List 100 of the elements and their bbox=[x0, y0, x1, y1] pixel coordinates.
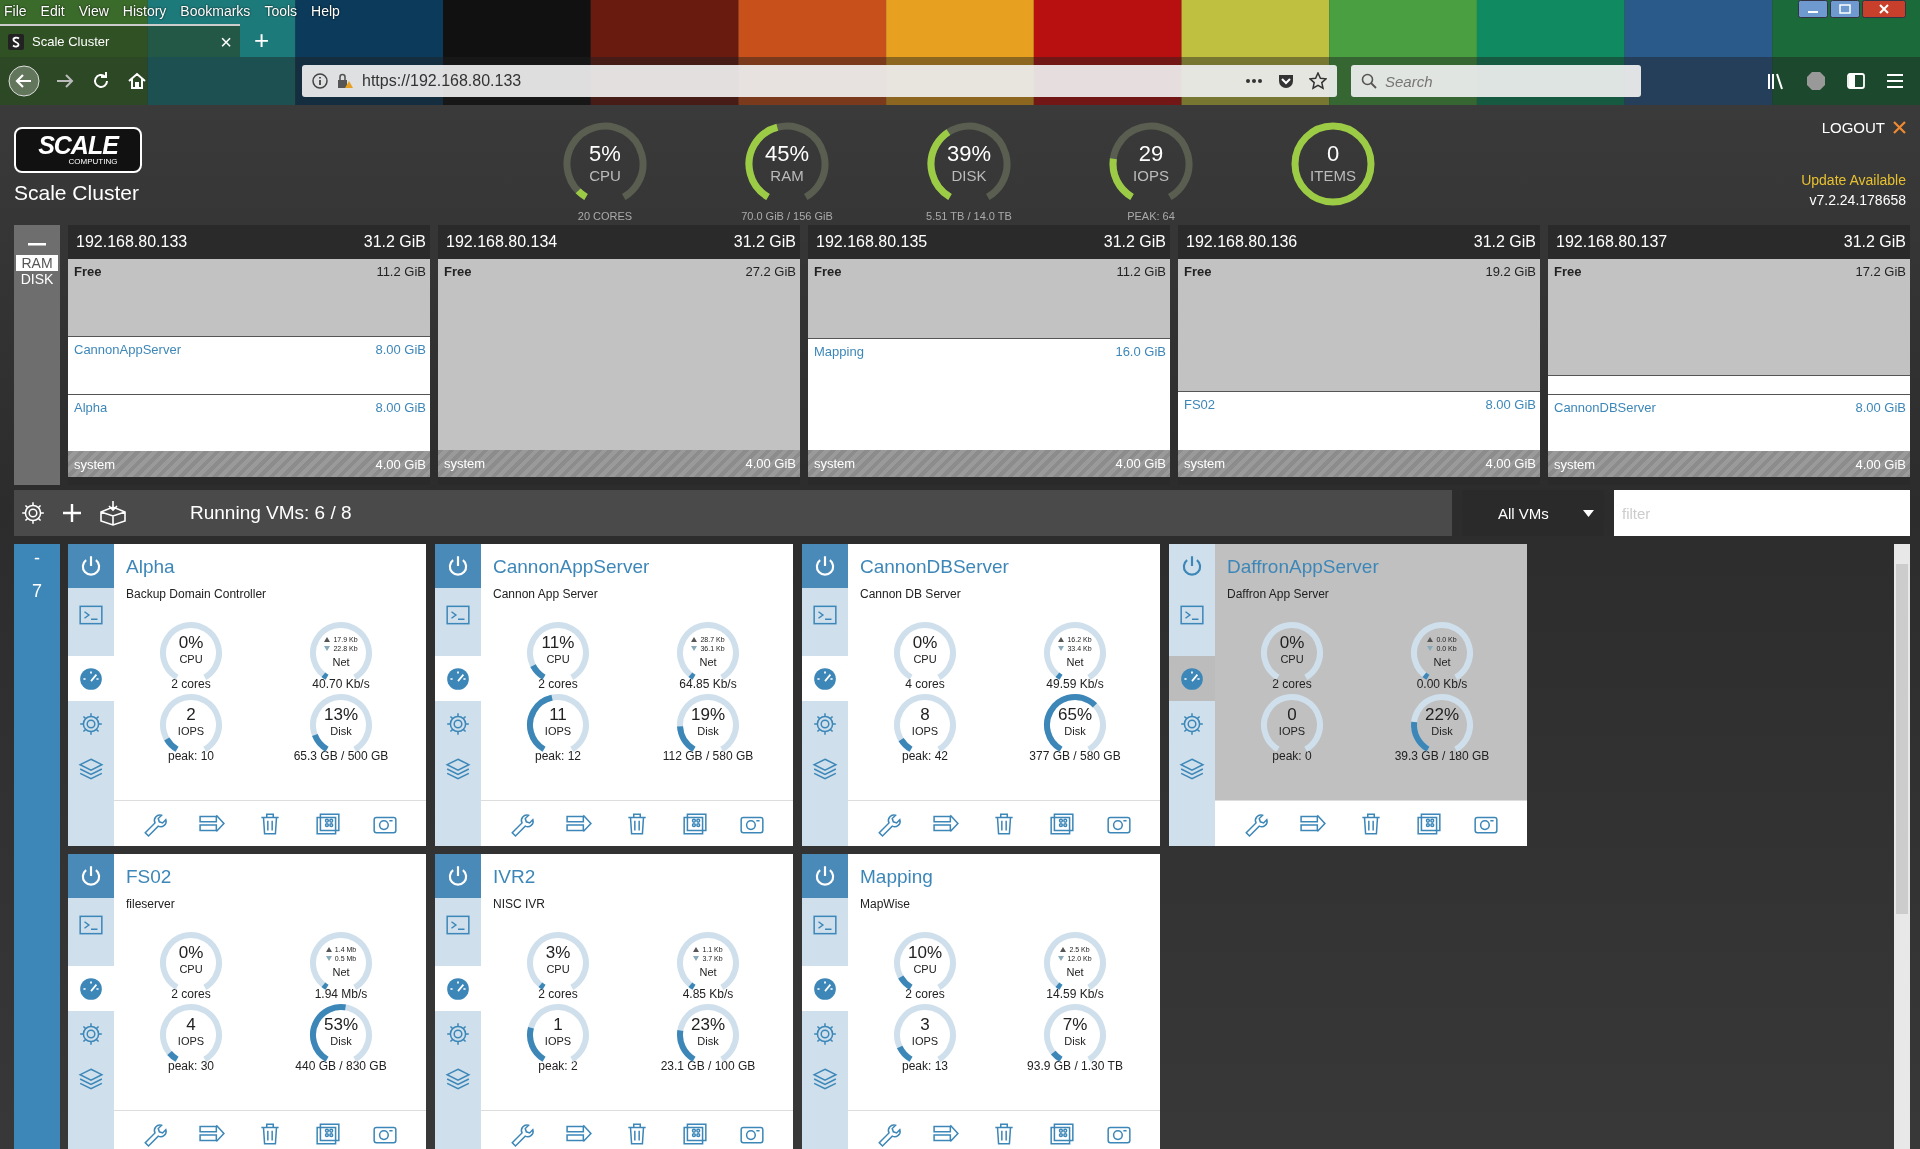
vm-name[interactable]: IVR2 bbox=[493, 866, 536, 888]
download-icon bbox=[691, 646, 698, 651]
vm-name[interactable]: CannonDBServer bbox=[860, 556, 1009, 578]
add-icon[interactable] bbox=[60, 501, 84, 525]
metric-label: Disk bbox=[1431, 725, 1453, 737]
search-field[interactable]: Search bbox=[1351, 65, 1641, 97]
dashboard-tab[interactable] bbox=[1169, 656, 1215, 701]
segment-size: 4.00 GiB bbox=[1855, 456, 1906, 472]
dashboard-tab[interactable] bbox=[68, 656, 114, 701]
dashboard-tab[interactable] bbox=[68, 966, 114, 1011]
download-icon bbox=[693, 956, 700, 961]
segment-name: Mapping bbox=[814, 344, 864, 360]
vm-name[interactable]: Alpha bbox=[126, 556, 175, 578]
download-icon bbox=[1058, 646, 1065, 651]
menu-icon[interactable] bbox=[1886, 73, 1904, 89]
resource-tab[interactable]: RAM bbox=[16, 255, 58, 271]
node-total: 31.2 GiB bbox=[1473, 233, 1536, 251]
metric-label: Net bbox=[1066, 656, 1084, 668]
metric-label: Disk bbox=[1064, 1035, 1086, 1047]
metric-label: IOPS bbox=[1278, 725, 1306, 737]
power-button[interactable] bbox=[435, 544, 481, 588]
metric-label: Net bbox=[1066, 966, 1084, 978]
dashboard-tab[interactable] bbox=[435, 966, 481, 1011]
metric-detail: 1.94 Mb/s bbox=[314, 987, 368, 1001]
minimize-icon[interactable] bbox=[1798, 0, 1828, 18]
metric-label: CPU bbox=[546, 653, 570, 665]
menu-item[interactable]: Help bbox=[311, 3, 340, 19]
dashboard-tab[interactable] bbox=[435, 656, 481, 701]
metric-value: 65% bbox=[1058, 705, 1092, 725]
tab-close-button[interactable]: × bbox=[220, 31, 232, 52]
metric-label: IOPS bbox=[544, 1035, 572, 1047]
menu-item[interactable]: Edit bbox=[40, 3, 65, 19]
meter-label: DISK bbox=[951, 167, 987, 184]
import-icon[interactable] bbox=[98, 500, 128, 526]
settings-icon bbox=[78, 1020, 104, 1047]
sidebar-icon[interactable] bbox=[1846, 71, 1866, 91]
caret-icon bbox=[1583, 509, 1594, 517]
node-address: 192.168.80.137 bbox=[1556, 233, 1668, 251]
segment-name: Free bbox=[1554, 264, 1582, 279]
menu-item[interactable]: History bbox=[122, 3, 167, 19]
scrollbar[interactable] bbox=[1894, 544, 1910, 1149]
segment-size: 4.00 GiB bbox=[745, 455, 796, 471]
metric-value: 11% bbox=[541, 633, 575, 653]
segment-name: system bbox=[1184, 456, 1226, 472]
meter-value: 29 bbox=[1138, 141, 1164, 167]
meter-value: 5% bbox=[589, 141, 621, 167]
menu-item[interactable]: Tools bbox=[264, 3, 298, 19]
more-icon[interactable] bbox=[1245, 78, 1263, 84]
metric-value: 4 bbox=[186, 1015, 196, 1035]
metric-value: 8 bbox=[920, 705, 930, 725]
settings-icon[interactable] bbox=[20, 500, 46, 526]
new-tab-button[interactable]: + bbox=[254, 26, 270, 53]
menu-item[interactable]: Bookmarks bbox=[180, 3, 251, 19]
power-button[interactable] bbox=[435, 854, 481, 898]
vm-description: MapWise bbox=[860, 897, 910, 911]
metric-detail: 4 cores bbox=[905, 677, 945, 691]
dashboard-tab[interactable] bbox=[802, 656, 848, 701]
logout-button[interactable]: LOGOUT bbox=[1821, 119, 1906, 136]
power-button[interactable] bbox=[802, 854, 848, 898]
metric-value: 2 bbox=[186, 705, 196, 725]
node-total: 31.2 GiB bbox=[363, 233, 426, 251]
dashboard-tab[interactable] bbox=[802, 966, 848, 1011]
metric-detail: 93.9 GB / 1.30 TB bbox=[1027, 1059, 1123, 1073]
segment-size: 16.0 GiB bbox=[1115, 344, 1166, 360]
meter-label: RAM bbox=[770, 167, 804, 184]
update-link[interactable]: Update Available bbox=[1801, 172, 1906, 188]
meter-caption: 70.0 GiB / 156 GiB bbox=[741, 210, 833, 222]
group-toggle[interactable]: - bbox=[34, 548, 40, 569]
address-bar[interactable]: https://192.168.80.133 bbox=[302, 65, 1337, 97]
library-icon[interactable] bbox=[1766, 71, 1786, 91]
pocket-icon[interactable] bbox=[1277, 72, 1295, 90]
menu-item[interactable]: File bbox=[4, 3, 27, 19]
segment-size: 27.2 GiB bbox=[745, 264, 796, 279]
vm-name[interactable]: FS02 bbox=[126, 866, 172, 888]
back-icon[interactable] bbox=[8, 65, 40, 97]
vm-name[interactable]: CannonAppServer bbox=[493, 556, 650, 578]
vm-name[interactable]: Mapping bbox=[860, 866, 933, 888]
adblock-icon[interactable] bbox=[1806, 71, 1826, 91]
metric-label: Net bbox=[332, 966, 350, 978]
bookmark-star-icon[interactable] bbox=[1309, 72, 1327, 90]
browser-tab[interactable]: Scale Cluster × bbox=[0, 24, 240, 57]
metric-detail: 2 cores bbox=[1272, 677, 1312, 691]
dashboard-icon bbox=[78, 975, 104, 1002]
meter-caption: 5.51 TB / 14.0 TB bbox=[926, 210, 1012, 222]
power-button[interactable] bbox=[802, 544, 848, 588]
segment-size: 11.2 GiB bbox=[376, 264, 426, 279]
home-icon[interactable] bbox=[126, 70, 148, 92]
power-button[interactable] bbox=[68, 854, 114, 898]
segment-name: Free bbox=[74, 264, 102, 279]
restore-icon[interactable] bbox=[1830, 0, 1860, 18]
metric-label: CPU bbox=[913, 653, 937, 665]
metric-label: CPU bbox=[546, 963, 570, 975]
meter-caption: PEAK: 64 bbox=[1127, 210, 1175, 222]
version-label: v7.2.24.178658 bbox=[1809, 192, 1906, 208]
close-icon[interactable] bbox=[1862, 0, 1906, 18]
menu-item[interactable]: View bbox=[78, 3, 109, 19]
metric-value: 53% bbox=[324, 1015, 358, 1035]
resource-tab[interactable]: DISK bbox=[16, 271, 58, 287]
power-button[interactable] bbox=[68, 544, 114, 588]
node-address: 192.168.80.133 bbox=[76, 233, 188, 251]
